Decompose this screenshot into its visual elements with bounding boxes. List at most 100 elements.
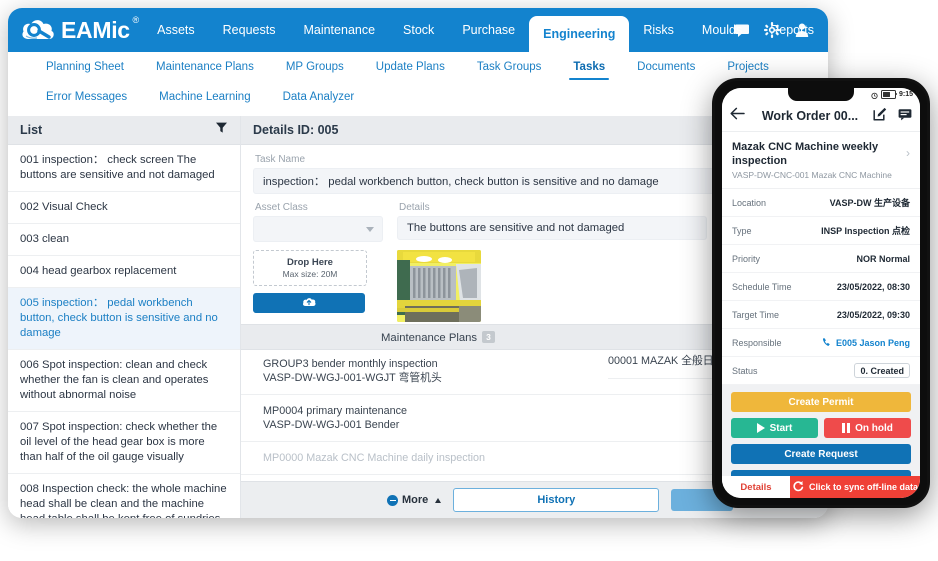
back-arrow-icon[interactable] xyxy=(730,107,745,125)
list-item[interactable]: 007 Spot inspection: check whether the o… xyxy=(8,412,240,474)
nav-item-requests[interactable]: Requests xyxy=(209,8,290,52)
asset-class-select[interactable] xyxy=(253,216,383,242)
field-value: 23/05/2022, 08:30 xyxy=(836,281,910,292)
top-icon-group xyxy=(734,8,820,52)
phone-notch xyxy=(788,88,854,101)
subnav-item-mp-groups[interactable]: MP Groups xyxy=(270,52,360,82)
nav-item-risks[interactable]: Risks xyxy=(629,8,688,52)
field-value[interactable]: E005 Jason Peng xyxy=(836,338,910,348)
screenshot-stage: EAMic ® Assets Requests Maintenance Stock Pur… xyxy=(0,0,938,561)
nav-item-maintenance[interactable]: Maintenance xyxy=(289,8,389,52)
subnav-item-machine-learning[interactable]: Machine Learning xyxy=(143,82,266,112)
more-button[interactable]: More xyxy=(387,494,442,506)
list-item[interactable]: 003 clean xyxy=(8,224,240,256)
user-icon[interactable] xyxy=(794,22,810,38)
field-key: Location xyxy=(732,197,767,208)
edit-icon[interactable] xyxy=(873,107,887,126)
mobile-device-frame: 9:15 Work Order 00... Mazak CNC Machine … xyxy=(712,78,930,508)
task-list: 001 inspection： check screen The buttons… xyxy=(8,145,240,518)
task-name-input[interactable]: inspection： pedal workbench button, chec… xyxy=(253,168,717,194)
battery-icon xyxy=(880,90,898,99)
work-order-summary[interactable]: Mazak CNC Machine weekly inspection VASP… xyxy=(722,132,920,189)
desktop-window: EAMic ® Assets Requests Maintenance Stock Pur… xyxy=(8,8,828,518)
filter-icon[interactable] xyxy=(215,121,228,139)
chat-icon[interactable] xyxy=(734,22,750,38)
sync-label: Click to sync off-line data xyxy=(808,482,919,492)
chevron-down-icon xyxy=(366,226,374,232)
field-value: 0. Created xyxy=(854,363,910,378)
gear-icon[interactable] xyxy=(764,22,780,38)
chat-icon[interactable] xyxy=(898,107,912,126)
logo-text: EAMic ® xyxy=(61,15,139,44)
subnav-item-tasks[interactable]: Tasks xyxy=(557,52,621,82)
field-value: 23/05/2022, 09:30 xyxy=(836,309,910,320)
nav-item-assets[interactable]: Assets xyxy=(143,8,209,52)
list-item[interactable]: 001 inspection： check screen The buttons… xyxy=(8,145,240,192)
phone-icon[interactable] xyxy=(822,334,832,352)
field-row: Type INSP Inspection 点检 xyxy=(722,217,920,245)
drop-here-label: Drop Here xyxy=(287,257,333,268)
refresh-icon xyxy=(792,480,804,494)
subnav-item-data-analyzer[interactable]: Data Analyzer xyxy=(267,82,371,112)
more-button-label: More xyxy=(402,494,429,506)
subnav-item-error-messages[interactable]: Error Messages xyxy=(30,82,143,112)
asset-class-label: Asset Class xyxy=(255,202,308,213)
content-area: List 001 inspection： check screen The bu… xyxy=(8,116,828,518)
file-drop-zone[interactable]: Drop Here Max size: 20M xyxy=(253,250,367,286)
details-tab[interactable]: Details xyxy=(722,476,790,498)
on-hold-button[interactable]: On hold xyxy=(824,418,911,438)
app-logo[interactable]: EAMic ® xyxy=(20,15,139,45)
subnav-item-maintenance-plans[interactable]: Maintenance Plans xyxy=(140,52,270,82)
subnav-item-task-groups[interactable]: Task Groups xyxy=(461,52,558,82)
field-row: Schedule Time 23/05/2022, 08:30 xyxy=(722,273,920,301)
list-item[interactable]: 008 Inspection check: the whole machine … xyxy=(8,474,240,518)
task-list-title: List xyxy=(20,123,43,137)
field-value-wrap: 23/05/2022, 08:30 xyxy=(837,282,910,292)
list-item[interactable]: 002 Visual Check xyxy=(8,192,240,224)
start-button[interactable]: Start xyxy=(731,418,818,438)
nav-item-engineering[interactable]: Engineering xyxy=(529,16,630,52)
subnav-item-documents[interactable]: Documents xyxy=(621,52,711,82)
nav-item-stock[interactable]: Stock xyxy=(389,8,448,52)
create-request-button[interactable]: Create Request xyxy=(731,444,911,464)
cloud-wrench-logo-icon xyxy=(20,15,60,45)
history-button[interactable]: History xyxy=(453,488,660,512)
maintenance-plans-tab-label: Maintenance Plans xyxy=(381,331,478,344)
list-item[interactable]: 004 head gearbox replacement xyxy=(8,256,240,288)
maintenance-plans-count-badge: 3 xyxy=(482,330,495,343)
mobile-action-buttons: Create Permit Start On hold Create Reque… xyxy=(722,385,920,486)
field-key: Type xyxy=(732,225,752,236)
field-key: Responsible xyxy=(732,337,782,348)
details-text-field-group: Details The buttons are sensitive and no… xyxy=(397,202,707,340)
mobile-content: Mazak CNC Machine weekly inspection VASP… xyxy=(722,132,920,486)
minus-circle-icon xyxy=(387,494,398,506)
max-size-label: Max size: 20M xyxy=(282,269,338,279)
task-list-panel: List 001 inspection： check screen The bu… xyxy=(8,116,241,518)
sync-offline-data-button[interactable]: Click to sync off-line data xyxy=(790,476,920,498)
subnav-item-planning-sheet[interactable]: Planning Sheet xyxy=(30,52,140,82)
mobile-bottom-bar: Details Click to sync off-line data xyxy=(722,476,920,498)
status-bar-time: 9:15 xyxy=(898,91,913,98)
field-value: INSP Inspection 点检 xyxy=(821,226,910,236)
attached-photo[interactable] xyxy=(397,250,481,322)
logo-wordmark: EAMic xyxy=(61,16,130,43)
field-value-wrap: VASP-DW 生产设备 xyxy=(830,196,910,209)
mobile-app-bar: Work Order 00... xyxy=(722,101,920,132)
work-order-card: Mazak CNC Machine weekly inspection VASP… xyxy=(722,132,920,385)
work-order-fields: Location VASP-DW 生产设备 Type INSP Inspection … xyxy=(722,189,920,385)
chevron-right-icon: › xyxy=(906,146,910,160)
details-textarea[interactable]: The buttons are sensitive and not damage… xyxy=(397,216,707,240)
on-hold-button-label: On hold xyxy=(855,422,893,434)
details-field-label: Details xyxy=(399,202,430,213)
maintenance-plans-tab[interactable]: Maintenance Plans 3 xyxy=(381,330,495,344)
list-item[interactable]: 006 Spot inspection: clean and check whe… xyxy=(8,350,240,412)
create-permit-button[interactable]: Create Permit xyxy=(731,392,911,412)
upload-button[interactable] xyxy=(253,293,365,313)
nav-item-purchase[interactable]: Purchase xyxy=(448,8,529,52)
start-button-label: Start xyxy=(769,422,793,434)
field-value: NOR Normal xyxy=(856,253,910,264)
asset-class-field-group: Asset Class Drop Here Max size: 20M xyxy=(253,202,383,313)
field-key: Target Time xyxy=(732,309,780,320)
list-item[interactable]: 005 inspection： pedal workbench button, … xyxy=(8,288,240,350)
subnav-item-update-plans[interactable]: Update Plans xyxy=(360,52,461,82)
